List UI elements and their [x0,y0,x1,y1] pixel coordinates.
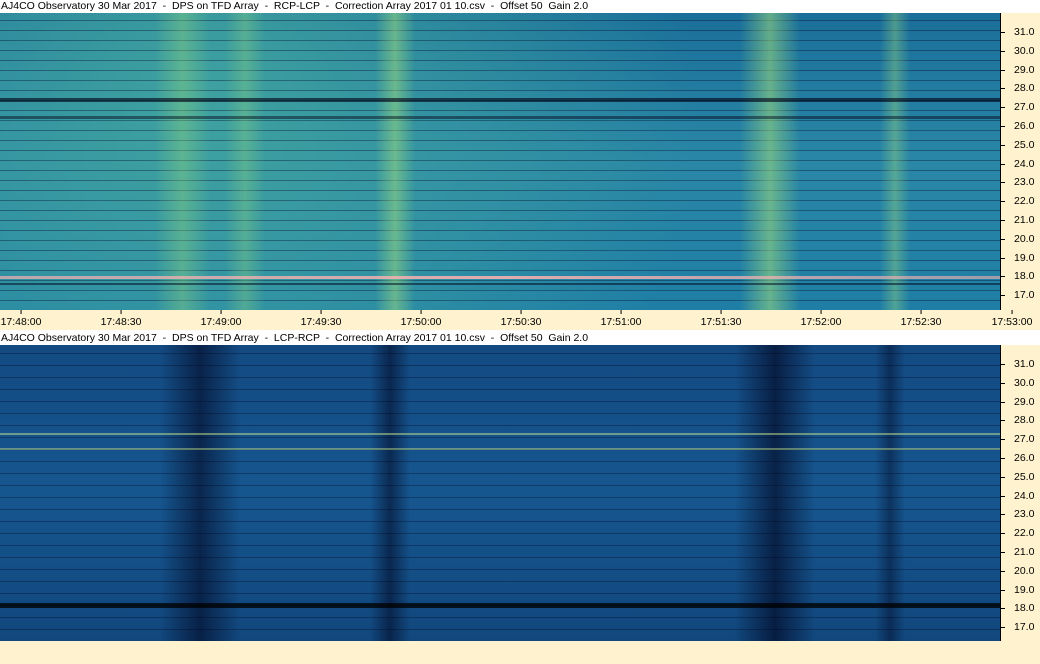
top-frequency-axis: 31.0 30.0 29.0 28.0 27.0 26.0 25.0 24.0 23.0 22.0… [1000,13,1040,310]
y-tick-label: 20.0 [1001,565,1040,577]
top-spectrogram [0,13,1000,310]
bottom-panel-title: AJ4CO Observatory 30 Mar 2017 - DPS on T… [1,332,589,344]
x-tick-label: 17:51:30 [701,310,741,328]
x-tick-label: 17:50:30 [501,310,541,328]
rfi-line [0,276,1000,279]
burst-band [740,13,800,310]
x-tick-label: 17:52:00 [801,310,841,328]
bottom-spectrogram [0,345,1000,641]
x-tick-label: 17:48:00 [1,310,41,328]
dark-band [0,603,1000,608]
y-tick-label: 24.0 [1001,158,1040,170]
x-tick-label: 17:49:30 [301,310,341,328]
x-tick-label: 17:52:30 [901,310,941,328]
burst-band [375,13,415,310]
y-tick-label: 30.0 [1001,377,1040,389]
x-tick-label: 17:51:00 [601,310,641,328]
x-tick-label: 17:49:00 [201,310,241,328]
x-tick-label: 17:48:30 [101,310,141,328]
y-tick-label: 31.0 [1001,26,1040,38]
dark-band [0,116,1000,119]
burst-band [155,13,210,310]
y-tick-label: 24.0 [1001,490,1040,502]
bright-line [0,448,1000,450]
dark-band [0,98,1000,102]
y-tick-label: 28.0 [1001,82,1040,94]
y-tick-label: 23.0 [1001,508,1040,520]
y-tick-label: 27.0 [1001,433,1040,445]
y-tick-label: 19.0 [1001,252,1040,264]
top-panel-title: AJ4CO Observatory 30 Mar 2017 - DPS on T… [1,0,589,12]
y-tick-label: 23.0 [1001,176,1040,188]
bright-line [0,433,1000,435]
y-tick-label: 17.0 [1001,289,1040,301]
dark-burst-band [160,345,240,641]
y-tick-label: 21.0 [1001,546,1040,558]
dark-burst-band [875,345,905,641]
y-tick-label: 22.0 [1001,195,1040,207]
y-tick-label: 26.0 [1001,452,1040,464]
y-tick-label: 22.0 [1001,527,1040,539]
dark-burst-band [370,345,410,641]
x-tick-label: 17:53:00 [992,310,1032,328]
burst-band [225,13,265,310]
dark-burst-band [735,345,815,641]
x-tick-label: 17:50:00 [401,310,441,328]
y-tick-label: 25.0 [1001,471,1040,483]
y-tick-label: 29.0 [1001,396,1040,408]
y-tick-label: 25.0 [1001,139,1040,151]
y-tick-label: 21.0 [1001,214,1040,226]
y-tick-label: 29.0 [1001,64,1040,76]
y-tick-label: 18.0 [1001,270,1040,282]
y-tick-label: 30.0 [1001,45,1040,57]
bottom-strip [0,641,1040,664]
bottom-frequency-axis: 31.0 30.0 29.0 28.0 27.0 26.0 25.0 24.0 23.0 22.0… [1000,345,1040,641]
time-axis: 17:48:00 17:48:30 17:49:00 17:49:30 17:50:00… [0,310,1040,330]
y-tick-label: 17.0 [1001,621,1040,633]
y-tick-label: 27.0 [1001,101,1040,113]
dark-band [0,283,1000,285]
y-tick-label: 18.0 [1001,602,1040,614]
y-tick-label: 20.0 [1001,233,1040,245]
burst-band [880,13,910,310]
y-tick-label: 31.0 [1001,358,1040,370]
y-tick-label: 26.0 [1001,120,1040,132]
y-tick-label: 28.0 [1001,414,1040,426]
y-tick-label: 19.0 [1001,584,1040,596]
